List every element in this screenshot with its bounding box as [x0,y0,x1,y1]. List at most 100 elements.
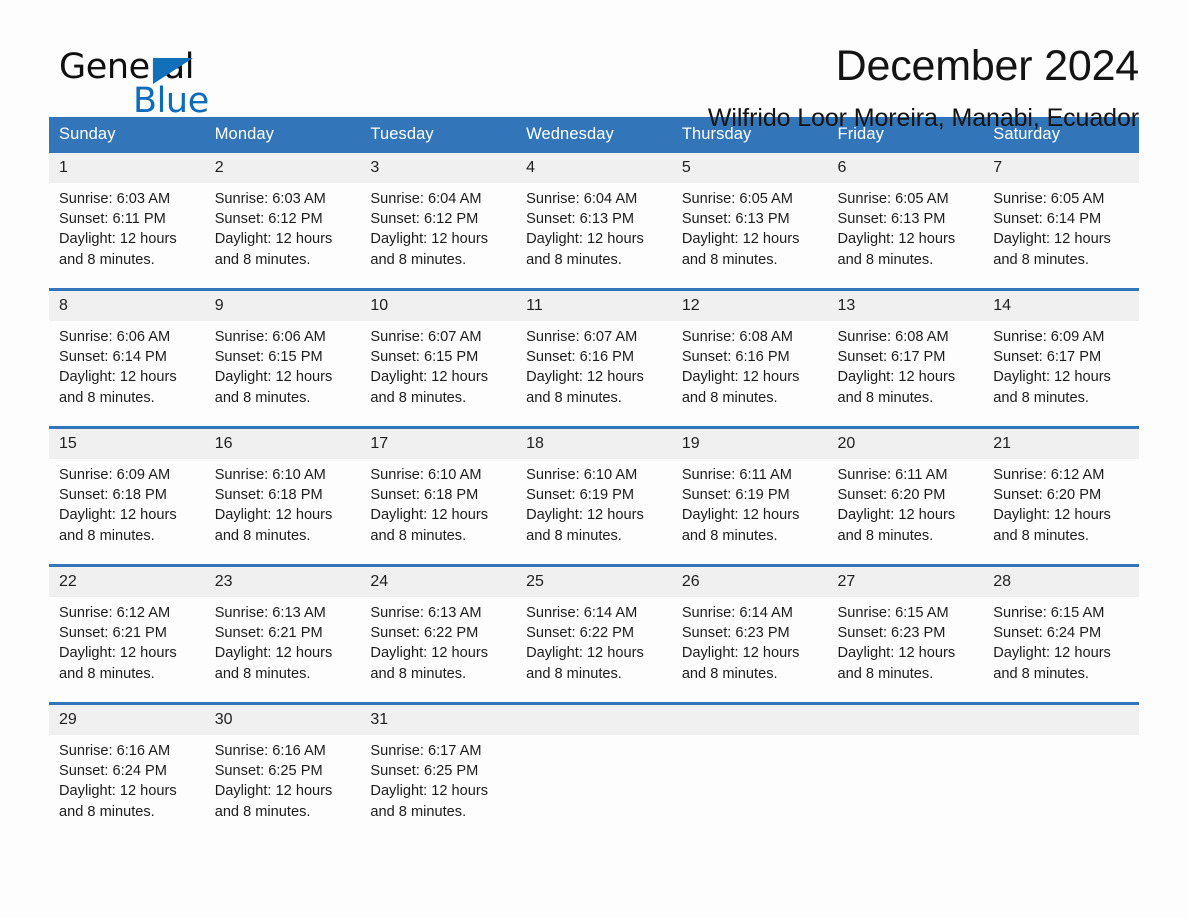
daylight-line1: Daylight: 12 hours [370,231,489,248]
sunset-text: Sunset: 6:20 PM [837,487,946,504]
daylight-line2: and 8 minutes. [59,665,155,682]
daylight-line1: Daylight: 12 hours [837,369,956,386]
day-info [828,735,984,741]
sunset-text: Sunset: 6:21 PM [59,625,167,642]
day-number: 8 [49,291,205,321]
day-cell[interactable]: 30 Sunrise: 6:16 AM Sunset: 6:25 PM Dayl… [204,702,361,840]
sunrise-text: Sunrise: 6:05 AM [681,191,793,207]
sunset-text: Sunset: 6:13 PM [837,211,946,228]
daylight-line1: Daylight: 12 hours [214,645,333,662]
day-cell[interactable]: 27 Sunrise: 6:15 AM Sunset: 6:23 PM Dayl… [827,564,984,704]
sunset-text: Sunset: 6:12 PM [370,211,479,228]
day-cell[interactable]: 13 Sunrise: 6:08 AM Sunset: 6:17 PM Dayl… [827,288,984,428]
day-cell[interactable]: 17 Sunrise: 6:10 AM Sunset: 6:18 PM Dayl… [360,426,517,566]
day-info: Sunrise: 6:07 AM Sunset: 6:16 PM Dayligh… [516,321,672,408]
day-cell[interactable]: 12 Sunrise: 6:08 AM Sunset: 6:16 PM Dayl… [671,288,828,428]
day-number: 28 [983,567,1139,597]
day-number: 19 [671,429,828,459]
day-info: Sunrise: 6:04 AM Sunset: 6:12 PM Dayligh… [360,183,516,270]
daylight-line2: and 8 minutes. [59,803,155,820]
day-cell[interactable]: 10 Sunrise: 6:07 AM Sunset: 6:15 PM Dayl… [360,288,517,428]
general-blue-logo[interactable]: General Blue [49,42,249,122]
daylight-line1: Daylight: 12 hours [526,507,644,524]
sunrise-text: Sunrise: 6:17 AM [370,743,482,759]
day-info: Sunrise: 6:12 AM Sunset: 6:20 PM Dayligh… [983,459,1139,546]
daylight-line1: Daylight: 12 hours [59,645,177,662]
sunrise-text: Sunrise: 6:14 AM [526,605,638,621]
page-subtitle: Wilfrido Loor Moreira, Manabi, Ecuador [707,103,1139,132]
daylight-line2: and 8 minutes. [370,665,467,682]
sunrise-text: Sunrise: 6:10 AM [214,467,326,483]
daylight-line2: and 8 minutes. [526,389,622,406]
day-info: Sunrise: 6:09 AM Sunset: 6:17 PM Dayligh… [983,321,1139,408]
day-cell[interactable]: 5 Sunrise: 6:05 AM Sunset: 6:13 PM Dayli… [671,153,828,290]
day-number: 25 [516,567,672,597]
day-cell[interactable]: 6 Sunrise: 6:05 AM Sunset: 6:13 PM Dayli… [827,153,984,290]
daylight-line2: and 8 minutes. [370,803,467,820]
daylight-line1: Daylight: 12 hours [59,231,177,248]
day-cell[interactable]: 15 Sunrise: 6:09 AM Sunset: 6:18 PM Dayl… [49,426,205,566]
day-cell[interactable]: 31 Sunrise: 6:17 AM Sunset: 6:25 PM Dayl… [360,702,517,840]
day-cell[interactable]: 18 Sunrise: 6:10 AM Sunset: 6:19 PM Dayl… [516,426,672,566]
daylight-line2: and 8 minutes. [837,527,934,544]
day-cell[interactable]: 26 Sunrise: 6:14 AM Sunset: 6:23 PM Dayl… [671,564,828,704]
day-number: 9 [204,291,361,321]
day-cell[interactable]: 21 Sunrise: 6:12 AM Sunset: 6:20 PM Dayl… [983,426,1139,566]
daylight-line1: Daylight: 12 hours [59,783,177,800]
day-cell[interactable]: 14 Sunrise: 6:09 AM Sunset: 6:17 PM Dayl… [983,288,1139,428]
day-number: 22 [49,567,205,597]
calendar-week-row: 22 Sunrise: 6:12 AM Sunset: 6:21 PM Dayl… [49,564,1139,704]
sunset-text: Sunset: 6:19 PM [681,487,790,504]
sunset-text: Sunset: 6:25 PM [214,763,323,780]
sunrise-text: Sunrise: 6:08 AM [837,329,949,345]
daylight-line1: Daylight: 12 hours [993,645,1111,662]
calendar-body: 1 Sunrise: 6:03 AM Sunset: 6:11 PM Dayli… [49,153,1139,840]
day-cell[interactable]: 23 Sunrise: 6:13 AM Sunset: 6:21 PM Dayl… [204,564,361,704]
sunrise-text: Sunrise: 6:09 AM [59,467,171,483]
day-cell[interactable]: 29 Sunrise: 6:16 AM Sunset: 6:24 PM Dayl… [49,702,205,840]
day-cell[interactable]: 4 Sunrise: 6:04 AM Sunset: 6:13 PM Dayli… [516,153,672,290]
sunrise-text: Sunrise: 6:16 AM [214,743,326,759]
daylight-line1: Daylight: 12 hours [681,507,800,524]
day-cell[interactable]: 7 Sunrise: 6:05 AM Sunset: 6:14 PM Dayli… [983,153,1139,290]
sunrise-text: Sunrise: 6:07 AM [526,329,638,345]
sunset-text: Sunset: 6:23 PM [837,625,946,642]
day-info: Sunrise: 6:15 AM Sunset: 6:24 PM Dayligh… [983,597,1139,684]
sunset-text: Sunset: 6:14 PM [993,211,1102,228]
weekday-header-sunday: Sunday [49,117,205,153]
day-cell[interactable]: 28 Sunrise: 6:15 AM Sunset: 6:24 PM Dayl… [983,564,1139,704]
sunset-text: Sunset: 6:18 PM [59,487,167,504]
daylight-line1: Daylight: 12 hours [993,231,1111,248]
day-number [827,705,984,735]
day-cell[interactable]: 11 Sunrise: 6:07 AM Sunset: 6:16 PM Dayl… [516,288,672,428]
daylight-line2: and 8 minutes. [837,251,934,268]
day-cell[interactable]: 22 Sunrise: 6:12 AM Sunset: 6:21 PM Dayl… [49,564,205,704]
sunset-text: Sunset: 6:23 PM [681,625,790,642]
day-cell[interactable]: 24 Sunrise: 6:13 AM Sunset: 6:22 PM Dayl… [360,564,517,704]
day-cell[interactable]: 19 Sunrise: 6:11 AM Sunset: 6:19 PM Dayl… [671,426,828,566]
day-cell[interactable]: 9 Sunrise: 6:06 AM Sunset: 6:15 PM Dayli… [204,288,361,428]
daylight-line2: and 8 minutes. [214,665,311,682]
sunset-text: Sunset: 6:14 PM [59,349,167,366]
sunset-text: Sunset: 6:22 PM [370,625,479,642]
day-info: Sunrise: 6:11 AM Sunset: 6:20 PM Dayligh… [828,459,984,546]
day-cell[interactable]: 1 Sunrise: 6:03 AM Sunset: 6:11 PM Dayli… [49,153,205,290]
day-number [671,705,828,735]
day-cell[interactable]: 25 Sunrise: 6:14 AM Sunset: 6:22 PM Dayl… [516,564,672,704]
day-number: 30 [204,705,361,735]
daylight-line2: and 8 minutes. [681,527,778,544]
day-cell[interactable]: 2 Sunrise: 6:03 AM Sunset: 6:12 PM Dayli… [204,153,361,290]
day-cell[interactable]: 16 Sunrise: 6:10 AM Sunset: 6:18 PM Dayl… [204,426,361,566]
sunrise-text: Sunrise: 6:09 AM [993,329,1105,345]
day-cell[interactable]: 20 Sunrise: 6:11 AM Sunset: 6:20 PM Dayl… [827,426,984,566]
day-cell[interactable]: 8 Sunrise: 6:06 AM Sunset: 6:14 PM Dayli… [49,288,205,428]
day-info: Sunrise: 6:13 AM Sunset: 6:21 PM Dayligh… [205,597,361,684]
sunset-text: Sunset: 6:18 PM [370,487,479,504]
day-info: Sunrise: 6:03 AM Sunset: 6:12 PM Dayligh… [205,183,361,270]
day-cell[interactable]: 3 Sunrise: 6:04 AM Sunset: 6:12 PM Dayli… [360,153,517,290]
day-number: 18 [516,429,672,459]
day-number [983,705,1139,735]
day-info: Sunrise: 6:16 AM Sunset: 6:25 PM Dayligh… [205,735,361,822]
daylight-line1: Daylight: 12 hours [837,645,956,662]
sunset-text: Sunset: 6:21 PM [214,625,323,642]
